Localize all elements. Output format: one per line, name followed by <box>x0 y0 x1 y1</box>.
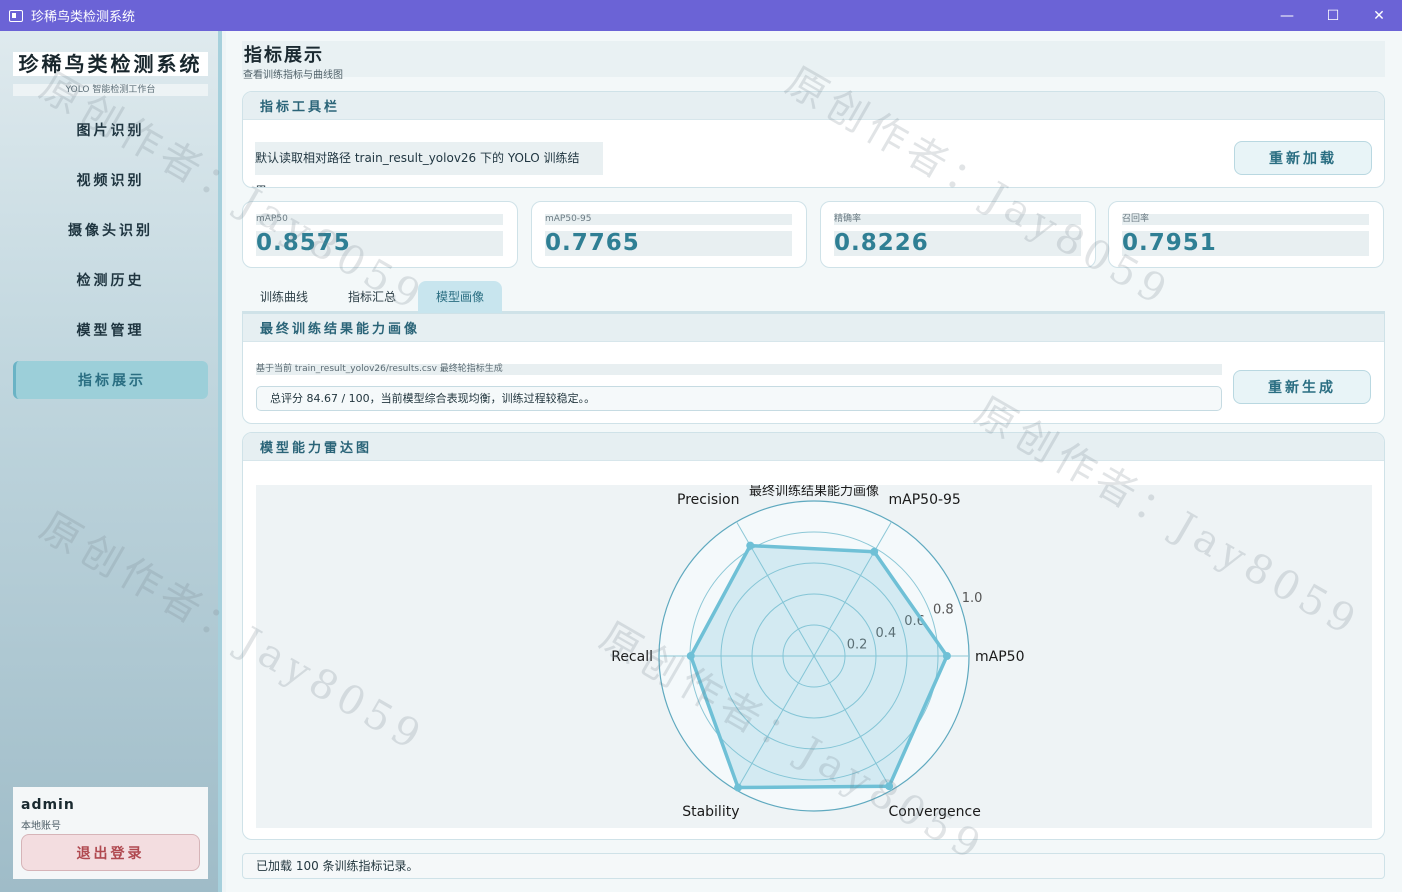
regenerate-button[interactable]: 重新生成 <box>1233 370 1371 404</box>
tab-training-curves[interactable]: 训练曲线 <box>246 281 322 313</box>
main-panel: 指标展示 查看训练指标与曲线图 指标工具栏 默认读取相对路径 train_res… <box>226 31 1402 892</box>
metric-value: 0.8226 <box>834 231 1081 256</box>
radar-title: 最终训练结果能力画像 <box>749 485 879 499</box>
radar-point <box>885 782 894 791</box>
reload-button[interactable]: 重新加载 <box>1234 141 1372 175</box>
metric-card-map50: mAP50 0.8575 <box>242 201 518 268</box>
maximize-button[interactable]: ☐ <box>1310 0 1356 31</box>
sidebar: 珍稀鸟类检测系统 YOLO 智能检测工作台 图片识别 视频识别 摄像头识别 检测… <box>0 31 222 892</box>
logout-button[interactable]: 退出登录 <box>21 834 200 871</box>
radar-heading: 模型能力雷达图 <box>243 433 1384 461</box>
page-header: 指标展示 查看训练指标与曲线图 <box>242 41 1385 81</box>
toolbar-info: 默认读取相对路径 train_result_yolov26 下的 YOLO 训练… <box>255 142 603 187</box>
user-role: 本地账号 <box>21 821 61 832</box>
radar-tick-label: 1.0 <box>962 591 983 606</box>
brand-title: 珍稀鸟类检测系统 <box>13 52 208 76</box>
window-title: 珍稀鸟类检测系统 <box>31 10 136 25</box>
tab-bar: 训练曲线 指标汇总 模型画像 <box>242 281 1385 313</box>
radar-card: 模型能力雷达图 0.20.40.60.81.0mAP50mAP50-95Prec… <box>242 432 1385 840</box>
score-summary: 总评分 84.67 / 100，当前模型综合表现均衡，训练过程较稳定。。 <box>256 386 1222 411</box>
radar-category-label: Precision <box>677 492 739 508</box>
radar-point <box>942 652 951 660</box>
radar-category-label: Stability <box>682 804 739 820</box>
profile-note: 基于当前 train_result_yolov26/results.csv 最终… <box>256 364 1222 375</box>
radar-category-label: mAP50 <box>975 649 1024 665</box>
sidebar-nav: 图片识别 视频识别 摄像头识别 检测历史 模型管理 指标展示 <box>13 111 208 411</box>
radar-point <box>686 652 695 660</box>
status-bar: 已加载 100 条训练指标记录。 <box>242 853 1385 879</box>
metric-label: 召回率 <box>1122 214 1369 225</box>
sidebar-item-camera-detect[interactable]: 摄像头识别 <box>13 211 208 249</box>
profile-card: 最终训练结果能力画像 基于当前 train_result_yolov26/res… <box>242 313 1385 424</box>
user-card: admin 本地账号 退出登录 <box>13 787 208 879</box>
window-titlebar: 珍稀鸟类检测系统 — ☐ ✕ <box>0 0 1402 31</box>
metric-card-recall: 召回率 0.7951 <box>1108 201 1384 268</box>
sidebar-item-metrics[interactable]: 指标展示 <box>13 361 208 399</box>
tab-model-profile[interactable]: 模型画像 <box>418 281 502 313</box>
metric-label: mAP50-95 <box>545 214 792 225</box>
radar-category-label: Recall <box>611 649 653 665</box>
window-controls: — ☐ ✕ <box>1264 0 1402 31</box>
toolbar-card: 指标工具栏 默认读取相对路径 train_result_yolov26 下的 Y… <box>242 91 1385 188</box>
metric-value: 0.7765 <box>545 231 792 256</box>
metric-value: 0.8575 <box>256 231 503 256</box>
page-subtitle: 查看训练指标与曲线图 <box>243 70 343 81</box>
profile-heading: 最终训练结果能力画像 <box>243 314 1384 342</box>
metric-label: 精确率 <box>834 214 1081 225</box>
radar-chart-area: 0.20.40.60.81.0mAP50mAP50-95PrecisionRec… <box>256 485 1372 828</box>
sidebar-item-model-manage[interactable]: 模型管理 <box>13 311 208 349</box>
metric-label: mAP50 <box>256 214 503 225</box>
toolbar-heading: 指标工具栏 <box>243 92 1384 120</box>
metric-card-precision: 精确率 0.8226 <box>820 201 1096 268</box>
metric-value: 0.7951 <box>1122 231 1369 256</box>
sidebar-item-image-detect[interactable]: 图片识别 <box>13 111 208 149</box>
user-name: admin <box>21 797 75 813</box>
brand-subtitle: YOLO 智能检测工作台 <box>13 84 208 96</box>
radar-point <box>746 541 755 550</box>
sidebar-item-history[interactable]: 检测历史 <box>13 261 208 299</box>
close-button[interactable]: ✕ <box>1356 0 1402 31</box>
brand: 珍稀鸟类检测系统 YOLO 智能检测工作台 <box>13 52 208 96</box>
radar-tick-label: 0.8 <box>933 603 954 618</box>
app-window-icon <box>9 9 23 22</box>
radar-category-label: Convergence <box>889 804 981 820</box>
radar-point <box>870 547 879 556</box>
radar-category-label: mAP50-95 <box>889 492 961 508</box>
minimize-button[interactable]: — <box>1264 0 1310 31</box>
tab-metrics-summary[interactable]: 指标汇总 <box>334 281 410 313</box>
metric-card-map50-95: mAP50-95 0.7765 <box>531 201 807 268</box>
radar-point <box>734 783 743 792</box>
page-title: 指标展示 <box>244 45 324 66</box>
sidebar-item-video-detect[interactable]: 视频识别 <box>13 161 208 199</box>
radar-chart: 0.20.40.60.81.0mAP50mAP50-95PrecisionRec… <box>611 485 1024 820</box>
